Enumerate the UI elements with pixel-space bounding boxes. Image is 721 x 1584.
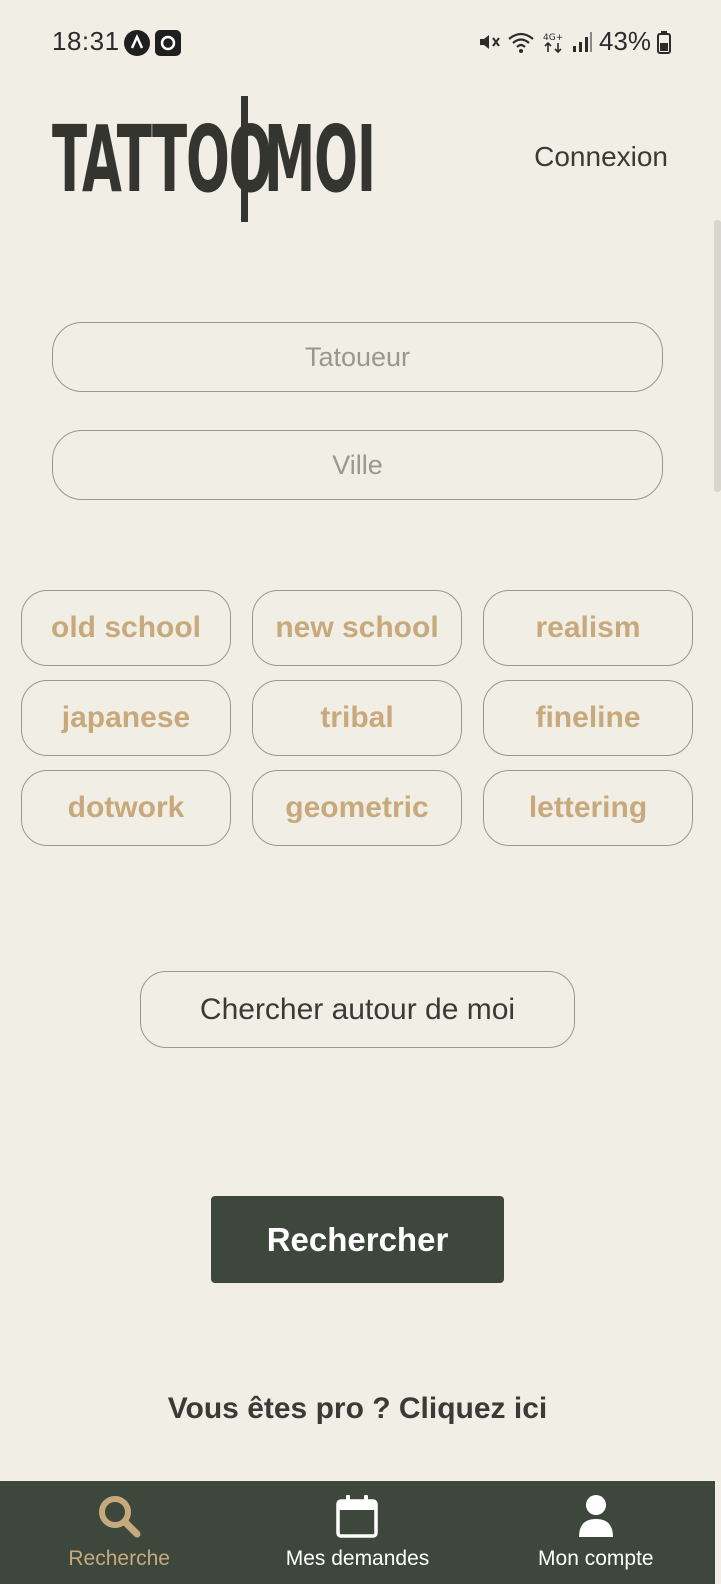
city-search-input[interactable] [52, 430, 663, 500]
logo-text-left: TATTOO [52, 106, 272, 213]
wifi-icon [507, 30, 535, 54]
4g-icon: 4G+ [541, 30, 565, 54]
app-camera-icon [155, 30, 181, 56]
pro-link[interactable]: Vous êtes pro ? Cliquez ici [0, 1392, 715, 1426]
scroll-indicator[interactable] [714, 220, 721, 492]
logo-text-right: MOI [264, 106, 376, 213]
svg-text:4G+: 4G+ [543, 33, 563, 43]
style-chip-new-school[interactable]: new school [252, 590, 462, 666]
mute-icon [477, 30, 501, 54]
style-chip-fineline[interactable]: fineline [483, 680, 693, 756]
style-chip-geometric[interactable]: geometric [252, 770, 462, 846]
nav-item-mon-compte[interactable]: Mon compte [477, 1481, 715, 1584]
battery-icon [657, 30, 671, 54]
app-a-icon [124, 30, 150, 56]
nav-item-recherche[interactable]: Recherche [0, 1481, 238, 1584]
nav-item-mes-demandes[interactable]: Mes demandes [238, 1481, 476, 1584]
search-button[interactable]: Rechercher [211, 1196, 504, 1283]
style-chip-dotwork[interactable]: dotwork [21, 770, 231, 846]
tattooer-search-input[interactable] [52, 322, 663, 392]
login-link[interactable]: Connexion [534, 141, 668, 173]
search-icon [96, 1491, 142, 1541]
nav-label-mon-compte: Mon compte [538, 1547, 654, 1570]
status-time: 18:31 [52, 26, 120, 56]
signal-icon [571, 30, 593, 54]
style-chip-old-school[interactable]: old school [21, 590, 231, 666]
status-right: 4G+ 43% [477, 26, 671, 57]
style-chips: old school new school realism japanese t… [21, 590, 694, 846]
search-around-me-button[interactable]: Chercher autour de moi [140, 971, 575, 1048]
battery-level: 43% [598, 26, 651, 56]
nav-label-recherche: Recherche [68, 1547, 170, 1570]
style-chip-lettering[interactable]: lettering [483, 770, 693, 846]
bottom-nav: Recherche Mes demandes Mon compte [0, 1481, 715, 1584]
user-icon [576, 1491, 616, 1541]
style-chip-tribal[interactable]: tribal [252, 680, 462, 756]
logo-divider [241, 96, 248, 222]
status-bar: 18:31 4G+ 43% [0, 0, 721, 84]
calendar-icon [335, 1491, 379, 1541]
style-chip-japanese[interactable]: japanese [21, 680, 231, 756]
style-chip-realism[interactable]: realism [483, 590, 693, 666]
nav-label-mes-demandes: Mes demandes [285, 1547, 430, 1570]
